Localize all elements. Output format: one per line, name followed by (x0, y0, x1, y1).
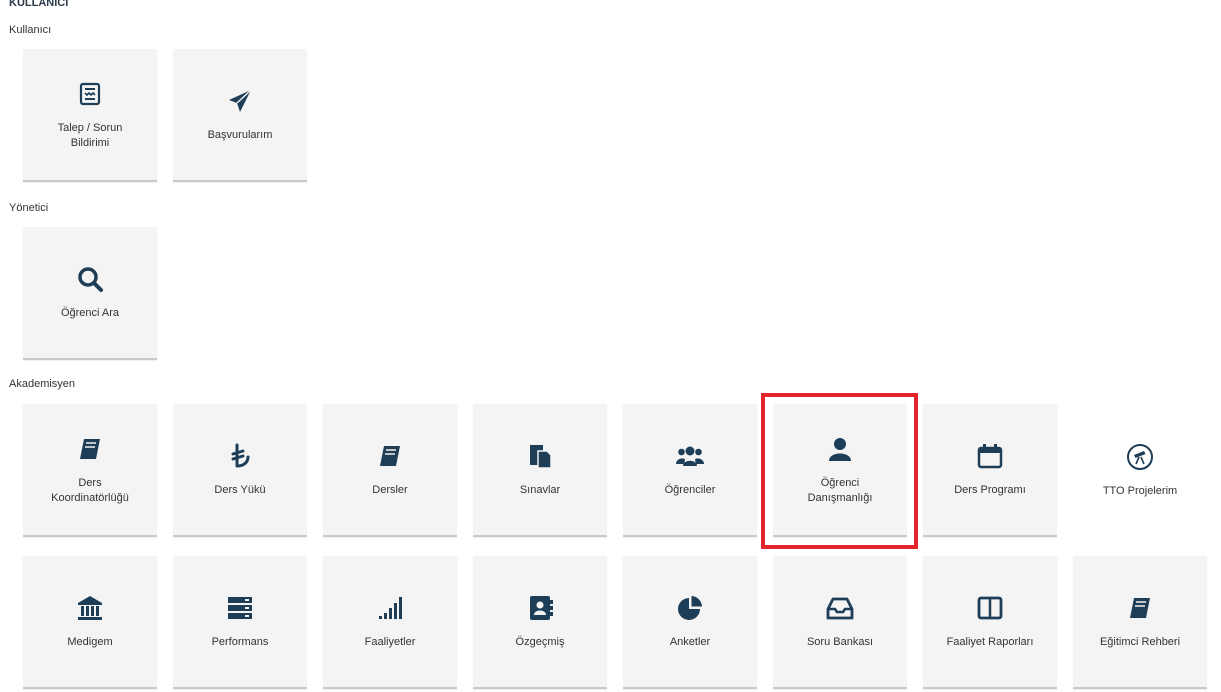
tile-label: Öğrenci Danışmanlığı (807, 476, 873, 504)
tile-label: Eğitimci Rehberi (1099, 636, 1181, 648)
user-icon (825, 434, 855, 464)
tile-talep-sorun-bildirimi[interactable]: Talep / Sorun Bildirimi (23, 49, 157, 182)
tile-label: Faaliyet Raporları (946, 636, 1034, 648)
signal-icon (375, 593, 405, 623)
users-icon (675, 441, 705, 471)
tile-basvurularim[interactable]: Başvurularım (173, 49, 307, 182)
bank-icon (75, 593, 105, 623)
search-icon (75, 264, 105, 294)
book-icon (75, 434, 105, 464)
pie-chart-icon (675, 593, 705, 623)
book-icon (375, 441, 405, 471)
tile-label: Medigem (67, 636, 113, 648)
tile-label: Anketler (669, 636, 711, 648)
tile-label: Dersler (372, 484, 408, 496)
tile-label: Sınavlar (519, 484, 561, 496)
tile-faaliyet-raporlari[interactable]: Faaliyet Raporları (923, 556, 1057, 689)
tile-label: Öğrenci Ara (60, 307, 120, 319)
tile-label: Soru Bankası (806, 636, 874, 648)
page-header: KULLANICI (9, 0, 69, 9)
tile-ogrenci-ara[interactable]: Öğrenci Ara (23, 227, 157, 360)
telescope-icon (1125, 442, 1155, 472)
tile-label: Özgeçmiş (515, 636, 565, 648)
tile-label: TTO Projelerim (1102, 485, 1178, 497)
tile-label: Performans (211, 636, 269, 648)
tile-dersler[interactable]: Dersler (323, 404, 457, 537)
tile-label: Başvurularım (207, 129, 273, 141)
tile-faaliyetler[interactable]: Faaliyetler (323, 556, 457, 689)
lira-icon (225, 441, 255, 471)
tile-label: Ders Koordinatörlüğü (51, 476, 129, 504)
tile-soru-bankasi[interactable]: Soru Bankası (773, 556, 907, 689)
tile-label: Faaliyetler (364, 636, 416, 648)
tile-label: Ders Yükü (214, 484, 266, 496)
tile-egitimci-rehberi[interactable]: Eğitimci Rehberi (1073, 556, 1207, 689)
server-icon (225, 593, 255, 623)
tile-ogrenciler[interactable]: Öğrenciler (623, 404, 757, 537)
tile-ogrenci-danismanligi[interactable]: Öğrenci Danışmanlığı (773, 404, 907, 537)
contact-book-icon (525, 593, 555, 623)
form-icon (75, 79, 105, 109)
tile-ders-koordinatorlugu[interactable]: Ders Koordinatörlüğü (23, 404, 157, 537)
tile-anketler[interactable]: Anketler (623, 556, 757, 689)
tile-ders-yuku[interactable]: Ders Yükü (173, 404, 307, 537)
tile-sinavlar[interactable]: Sınavlar (473, 404, 607, 537)
paper-plane-icon (225, 86, 255, 116)
tile-performans[interactable]: Performans (173, 556, 307, 689)
tile-label: Öğrenciler (664, 484, 716, 496)
tile-label: Talep / Sorun Bildirimi (57, 121, 123, 149)
section-title-kullanici: Kullanıcı (9, 24, 52, 36)
section-title-yonetici: Yönetici (9, 202, 49, 214)
columns-icon (975, 593, 1005, 623)
tile-label: Ders Programı (954, 484, 1026, 496)
book-icon (1125, 593, 1155, 623)
tile-medigem[interactable]: Medigem (23, 556, 157, 689)
section-title-akademisyen: Akademisyen (9, 378, 76, 390)
tile-ders-programi[interactable]: Ders Programı (923, 404, 1057, 537)
documents-icon (525, 441, 555, 471)
tile-tto-projelerim[interactable]: TTO Projelerim (1073, 404, 1207, 537)
inbox-icon (825, 593, 855, 623)
tile-ozgecmis[interactable]: Özgeçmiş (473, 556, 607, 689)
calendar-icon (975, 441, 1005, 471)
